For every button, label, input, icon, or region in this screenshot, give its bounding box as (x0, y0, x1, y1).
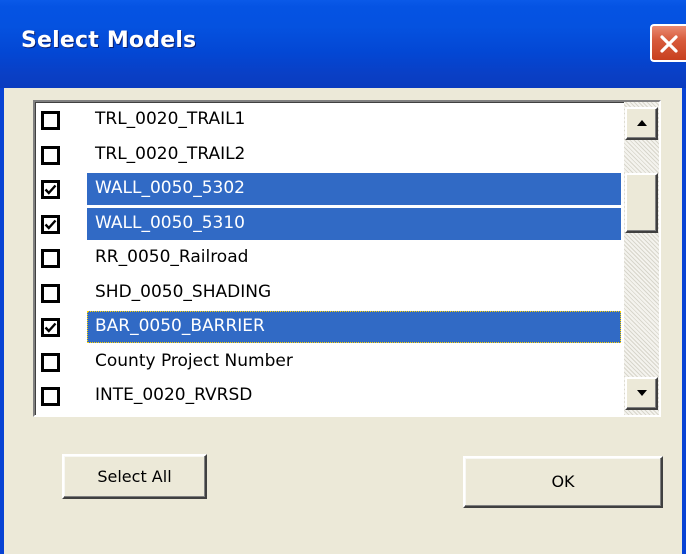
model-label: County Project Number (95, 350, 293, 371)
window-frame-right (682, 88, 686, 554)
model-label: SHD_0050_SHADING (95, 281, 272, 302)
arrow-down-icon (637, 390, 647, 396)
model-label: WALL_0050_5310 (95, 212, 245, 233)
window-frame-left (0, 88, 4, 554)
list-item[interactable]: BAR_0050_BARRIER (35, 310, 624, 345)
ok-button[interactable]: OK (463, 456, 663, 508)
list-item[interactable]: SHD_0050_SHADING (35, 276, 624, 311)
scroll-up-button[interactable] (625, 107, 658, 140)
check-icon (44, 184, 57, 195)
arrow-up-icon (637, 120, 647, 126)
list-item[interactable]: County Project Number (35, 345, 624, 380)
model-label: BAR_0050_BARRIER (95, 316, 265, 336)
select-all-button[interactable]: Select All (62, 454, 207, 499)
model-checkbox[interactable] (41, 145, 60, 165)
model-checkbox[interactable] (41, 249, 60, 268)
close-icon (660, 35, 678, 53)
model-label: TRL_0020_TRAIL1 (95, 109, 246, 129)
check-icon (44, 219, 57, 230)
list-item[interactable]: INTE_0020_RVRSD (35, 379, 624, 414)
check-icon (44, 322, 57, 333)
close-button[interactable] (650, 24, 686, 62)
model-checkbox[interactable] (41, 214, 60, 234)
list-item[interactable]: TRL_0020_TRAIL2 (35, 138, 624, 173)
title-bar[interactable]: Select Models (0, 0, 686, 88)
list-item[interactable]: TRL_0020_TRAIL1 (35, 103, 624, 138)
model-label: INTE_0020_RVRSD (95, 385, 253, 405)
model-checkbox[interactable] (41, 111, 60, 130)
model-label: RR_0050_Railroad (95, 247, 249, 267)
model-checkbox[interactable] (41, 387, 60, 406)
model-checkbox[interactable] (41, 283, 60, 303)
window-title: Select Models (21, 28, 197, 53)
model-checkbox[interactable] (41, 180, 60, 199)
scroll-down-button[interactable] (625, 377, 658, 410)
list-item[interactable]: WALL_0050_5302 (35, 172, 624, 207)
list-item[interactable]: WALL_0050_5310 (35, 207, 624, 242)
models-listbox[interactable]: TRL_0020_TRAIL1 TRL_0020_TRAIL2 WALL_0050_… (33, 100, 661, 417)
model-checkbox[interactable] (41, 318, 60, 337)
scroll-thumb[interactable] (625, 173, 658, 233)
vertical-scrollbar[interactable] (624, 102, 659, 415)
model-label: WALL_0050_5302 (95, 178, 245, 198)
list-item[interactable]: RR_0050_Railroad (35, 241, 624, 276)
model-checkbox[interactable] (41, 352, 60, 372)
models-list-items: TRL_0020_TRAIL1 TRL_0020_TRAIL2 WALL_0050_… (35, 103, 624, 414)
model-label: TRL_0020_TRAIL2 (95, 143, 246, 164)
